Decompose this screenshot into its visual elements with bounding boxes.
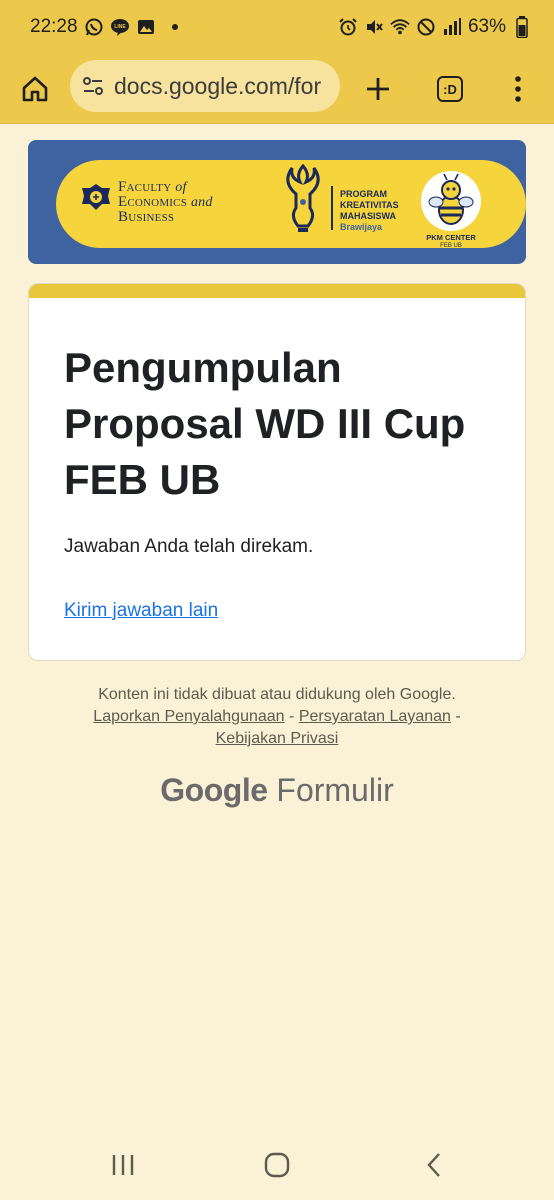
- battery-percent: 63%: [467, 16, 506, 37]
- faculty-line-1: Faculty: [118, 179, 172, 195]
- program-line-3: MAHASISWA: [340, 211, 396, 221]
- google-forms-brand[interactable]: Google Formulir: [0, 772, 554, 809]
- recents-icon: [112, 1155, 134, 1175]
- home-button[interactable]: [5, 59, 65, 119]
- battery-icon: [512, 16, 532, 38]
- faculty-of: of: [175, 180, 187, 195]
- tab-switcher-icon: :D: [437, 76, 463, 102]
- disclaimer-text: Konten ini tidak dibuat atau didukung ol…: [98, 686, 456, 703]
- wifi-icon: [390, 17, 410, 37]
- form-header-banner: Faculty of Economics and Business PROGRA…: [28, 140, 526, 264]
- faculty-line-2: Economics: [118, 194, 188, 210]
- home-nav-button[interactable]: [257, 1150, 297, 1180]
- whatsapp-icon: [84, 17, 104, 37]
- mute-icon: [364, 17, 384, 37]
- new-tab-button[interactable]: [348, 59, 408, 119]
- svg-text:LINE: LINE: [114, 24, 126, 30]
- status-right: 63%: [338, 16, 532, 38]
- address-bar[interactable]: docs.google.com/for: [70, 60, 340, 112]
- pkm-sub: FEB UB: [440, 243, 462, 249]
- plus-icon: [367, 78, 389, 100]
- status-left: 22:28 LINE: [30, 16, 178, 38]
- report-abuse-link[interactable]: Laporkan Penyalahgunaan: [93, 708, 284, 725]
- terms-of-service-link[interactable]: Persyaratan Layanan: [299, 708, 451, 725]
- status-time: 22:28: [30, 16, 78, 37]
- alarm-icon: [338, 17, 358, 37]
- back-button[interactable]: [414, 1150, 454, 1180]
- form-title: Pengumpulan Proposal WD III Cup FEB UB: [64, 344, 466, 503]
- home-icon: [22, 76, 48, 102]
- notification-dot: [171, 24, 178, 30]
- dnd-icon: [416, 17, 436, 37]
- home-nav-icon: [264, 1152, 290, 1178]
- pkm-title: PKM CENTER: [426, 233, 476, 242]
- program-line-1: PROGRAM: [340, 189, 387, 199]
- program-line-2: KREATIVITAS: [340, 200, 399, 210]
- tab-count: :D: [443, 81, 457, 97]
- form-footer: Konten ini tidak dibuat atau didukung ol…: [0, 684, 554, 750]
- system-nav-bar: [0, 1130, 554, 1200]
- program-sub: Brawijaya: [340, 222, 383, 232]
- recent-apps-button[interactable]: [103, 1150, 143, 1180]
- gallery-icon: [136, 17, 156, 37]
- more-vert-icon: [515, 76, 521, 102]
- pkm-center-label: PKM CENTER FEB UB: [420, 234, 482, 250]
- footer-separator: -: [289, 708, 295, 725]
- university-logo-icon: [82, 184, 110, 210]
- browser-menu-button[interactable]: [488, 59, 548, 119]
- site-settings-icon[interactable]: [82, 75, 104, 97]
- faculty-and: and: [190, 195, 213, 210]
- signal-icon: [442, 17, 462, 37]
- faculty-line-3: Business: [118, 209, 175, 225]
- program-text: PROGRAM KREATIVITAS MAHASISWA Brawijaya: [340, 189, 399, 233]
- forms-wordmark: Formulir: [276, 772, 394, 808]
- bee-mascot-icon: [421, 171, 481, 231]
- trophy-logo-icon: [286, 164, 320, 232]
- privacy-policy-link[interactable]: Kebijakan Privasi: [216, 730, 339, 747]
- card-accent-bar: [29, 284, 525, 298]
- tab-switcher-button[interactable]: :D: [420, 59, 480, 119]
- line-icon: LINE: [110, 17, 130, 37]
- back-icon: [427, 1153, 440, 1177]
- faculty-name: Faculty of Economics and Business: [118, 180, 213, 225]
- confirmation-message: Jawaban Anda telah direkam.: [64, 536, 314, 557]
- url-text: docs.google.com/for: [114, 72, 322, 99]
- status-bar: 22:28 LINE 63%: [0, 0, 554, 54]
- google-wordmark: Google: [160, 772, 268, 808]
- submit-another-response-link[interactable]: Kirim jawaban lain: [64, 600, 218, 622]
- confirmation-card: Pengumpulan Proposal WD III Cup FEB UB J…: [28, 283, 526, 661]
- browser-toolbar: docs.google.com/for :D: [0, 54, 554, 124]
- program-divider: [331, 186, 333, 230]
- footer-separator: -: [455, 708, 461, 725]
